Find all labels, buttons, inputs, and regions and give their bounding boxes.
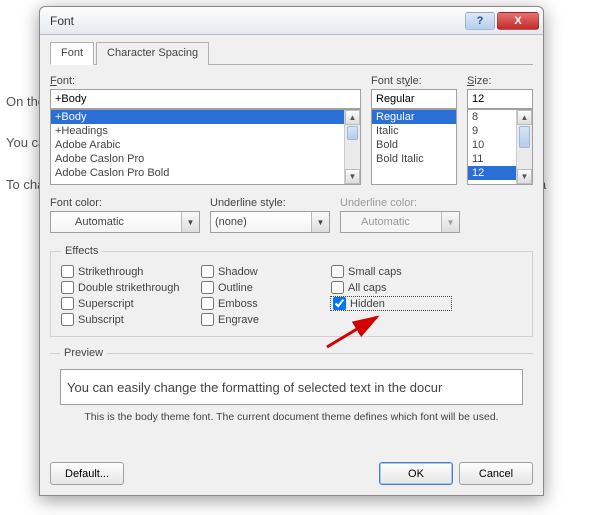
default-button[interactable]: Default... — [50, 462, 124, 485]
list-item[interactable]: Adobe Arabic — [51, 138, 360, 152]
dialog-title: Font — [50, 14, 463, 28]
underlinestyle-combo[interactable]: (none) ▼ — [210, 211, 330, 233]
fontcolor-value: Automatic — [75, 216, 124, 228]
scroll-down-icon[interactable]: ▼ — [345, 169, 360, 184]
preview-group: Preview You can easily change the format… — [50, 347, 533, 433]
underlinecolor-label: Underline color: — [340, 197, 460, 209]
scroll-up-icon[interactable]: ▲ — [517, 110, 532, 125]
underlinestyle-value: (none) — [215, 216, 247, 228]
chevron-down-icon: ▼ — [441, 212, 459, 232]
chevron-down-icon: ▼ — [181, 212, 199, 232]
underlinecolor-combo: Automatic ▼ — [340, 211, 460, 233]
list-item[interactable]: +Body — [51, 110, 360, 124]
list-item[interactable]: Bold — [372, 138, 456, 152]
list-item[interactable]: Bold Italic — [372, 152, 456, 166]
outline-checkbox[interactable]: Outline — [201, 281, 331, 294]
font-dialog: Font ? X Font Character Spacing Font: +B… — [39, 6, 544, 496]
allcaps-checkbox[interactable]: All caps — [331, 281, 451, 294]
effects-legend: Effects — [61, 245, 102, 257]
size-listbox[interactable]: 8 9 10 11 12 ▲ ▼ — [467, 109, 533, 185]
scroll-thumb[interactable] — [519, 126, 530, 148]
emboss-checkbox[interactable]: Emboss — [201, 297, 331, 310]
scrollbar[interactable]: ▲ ▼ — [516, 110, 532, 184]
font-input[interactable] — [50, 89, 361, 109]
close-button[interactable]: X — [497, 12, 539, 30]
scroll-up-icon[interactable]: ▲ — [345, 110, 360, 125]
font-listbox[interactable]: +Body +Headings Adobe Arabic Adobe Caslo… — [50, 109, 361, 185]
smallcaps-checkbox[interactable]: Small caps — [331, 265, 451, 278]
tabs: Font Character Spacing — [50, 41, 533, 65]
help-button[interactable]: ? — [465, 12, 495, 30]
preview-hint: This is the body theme font. The current… — [60, 411, 523, 423]
chevron-down-icon: ▼ — [311, 212, 329, 232]
scrollbar[interactable]: ▲ ▼ — [344, 110, 360, 184]
cancel-button[interactable]: Cancel — [459, 462, 533, 485]
preview-legend: Preview — [60, 347, 107, 359]
fontstyle-input[interactable] — [371, 89, 457, 109]
list-item[interactable]: +Headings — [51, 124, 360, 138]
hidden-checkbox[interactable]: Hidden — [331, 297, 451, 310]
list-item[interactable]: Adobe Caslon Pro — [51, 152, 360, 166]
fontstyle-label: Font style: — [371, 75, 457, 87]
list-item[interactable]: Adobe Caslon Pro Bold — [51, 166, 360, 180]
font-label: Font: — [50, 75, 361, 87]
underlinestyle-label: Underline style: — [210, 197, 330, 209]
size-label: Size: — [467, 75, 533, 87]
preview-box: You can easily change the formatting of … — [60, 369, 523, 405]
ok-button[interactable]: OK — [379, 462, 453, 485]
dialog-footer: Default... OK Cancel — [50, 462, 533, 485]
scroll-down-icon[interactable]: ▼ — [517, 169, 532, 184]
list-item[interactable]: Regular — [372, 110, 456, 124]
scroll-thumb[interactable] — [347, 126, 358, 140]
shadow-checkbox[interactable]: Shadow — [201, 265, 331, 278]
underlinecolor-value: Automatic — [361, 216, 410, 228]
strikethrough-checkbox[interactable]: Strikethrough — [61, 265, 201, 278]
titlebar: Font ? X — [40, 7, 543, 35]
fontstyle-listbox[interactable]: Regular Italic Bold Bold Italic — [371, 109, 457, 185]
fontcolor-combo[interactable]: Automatic ▼ — [50, 211, 200, 233]
size-input[interactable] — [467, 89, 533, 109]
engrave-checkbox[interactable]: Engrave — [201, 313, 331, 326]
tab-character-spacing[interactable]: Character Spacing — [96, 42, 209, 65]
superscript-checkbox[interactable]: Superscript — [61, 297, 201, 310]
effects-group: Effects Strikethrough Shadow Small caps … — [50, 245, 533, 337]
list-item[interactable]: Italic — [372, 124, 456, 138]
fontcolor-label: Font color: — [50, 197, 200, 209]
subscript-checkbox[interactable]: Subscript — [61, 313, 201, 326]
double-strikethrough-checkbox[interactable]: Double strikethrough — [61, 281, 201, 294]
tab-font[interactable]: Font — [50, 42, 94, 65]
